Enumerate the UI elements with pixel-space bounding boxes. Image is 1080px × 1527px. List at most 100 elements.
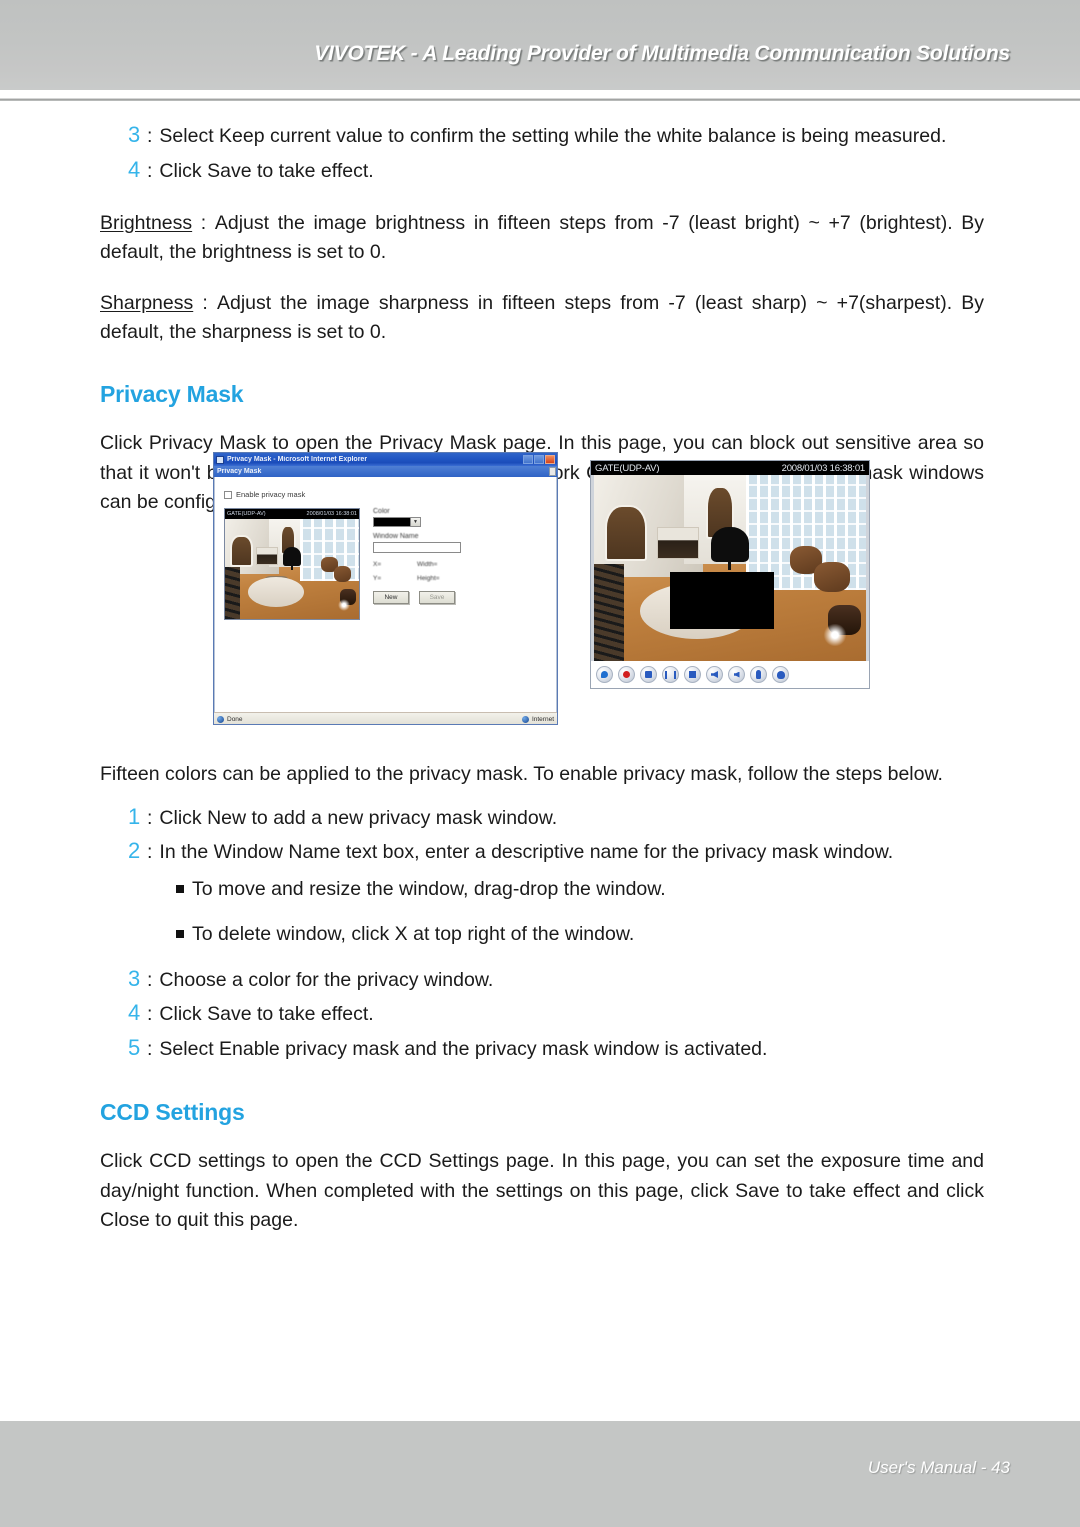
definition-colon: :	[202, 291, 208, 314]
step-number: 4	[128, 156, 141, 182]
internet-explorer-icon	[216, 455, 224, 464]
camera-scene-image	[225, 519, 359, 619]
step-number: 4	[128, 1000, 141, 1026]
live-view-control-bar	[591, 661, 869, 688]
page-header-title: VIVOTEK - A Leading Provider of Multimed…	[314, 42, 1010, 65]
step-item: 4 : Click Save to take effect.	[100, 996, 984, 1031]
record-icon[interactable]	[618, 666, 635, 683]
step-colon: :	[147, 1038, 153, 1061]
browser-address-bar[interactable]: Privacy Mask	[214, 466, 557, 477]
privacy-mask-steps-intro: Fifteen colors can be applied to the pri…	[100, 763, 943, 785]
window-buttons	[523, 454, 555, 464]
stop-icon[interactable]	[684, 666, 701, 683]
color-select[interactable]: ▼	[373, 517, 421, 527]
step-number: 3	[128, 965, 141, 991]
y-label: Y=	[373, 575, 382, 582]
camera-preview: GATE(UDP-AV) 2008/01/03 16:38:01	[224, 508, 360, 620]
definition-sharpness: Sharpness : Adjust the image sharpness i…	[100, 289, 984, 348]
bullet-item: To delete window, click X at top right o…	[100, 919, 984, 950]
status-left: Done	[217, 715, 243, 723]
chevron-down-icon[interactable]: ▼	[411, 517, 421, 527]
step-colon: :	[147, 1003, 153, 1026]
step-colon: :	[147, 806, 153, 829]
status-done-text: Done	[227, 715, 243, 723]
live-view-timestamp: 2008/01/03 16:38:01	[781, 462, 866, 474]
step-number: 1	[128, 803, 141, 829]
step-colon: :	[147, 968, 153, 991]
close-icon[interactable]	[545, 454, 555, 464]
definition-term: Brightness	[100, 211, 193, 234]
step-colon: :	[147, 125, 153, 147]
window-name-label: Window Name	[373, 533, 419, 540]
privacy-mask-browser-window: Privacy Mask - Microsoft Internet Explor…	[213, 452, 558, 725]
minimize-icon[interactable]	[523, 454, 533, 464]
live-view-stream-label: GATE(UDP-AV)	[595, 462, 660, 474]
talk-icon[interactable]	[772, 666, 789, 683]
status-right: Internet	[521, 715, 554, 723]
width-label: Width=	[417, 561, 438, 568]
step-text: Click Save to take effect.	[159, 159, 374, 182]
step-number: 5	[128, 1035, 141, 1061]
step-item: 3 : Choose a color for the privacy windo…	[100, 962, 984, 997]
definition-text: Adjust the image brightness in fifteen s…	[100, 211, 985, 264]
definition-colon: :	[200, 211, 207, 234]
bullet-square-icon	[176, 929, 184, 938]
address-bar-end-slot	[549, 467, 556, 476]
mute-icon[interactable]	[728, 666, 745, 683]
live-view-info-bar: GATE(UDP-AV) 2008/01/03 16:38:01	[591, 461, 869, 475]
form-buttons: New Save	[373, 591, 465, 604]
step-number: 3	[128, 122, 141, 147]
status-zone-text: Internet	[531, 715, 554, 723]
color-label: Color	[373, 508, 390, 515]
section-heading-privacy-mask: Privacy Mask	[100, 381, 244, 407]
page-footer-text: User's Manual - 43	[867, 1458, 1010, 1477]
x-label: X=	[373, 561, 382, 568]
step-item: 4 : Click Save to take effect.	[100, 153, 984, 188]
search-icon[interactable]	[596, 666, 613, 683]
step-text: Click Save to take effect.	[159, 1003, 374, 1026]
bullet-text: To move and resize the window, drag-drop…	[192, 878, 666, 901]
privacy-mask-form: Color ▼ Window Name X= Width= Y= Height=…	[373, 508, 465, 604]
step-text: Select Keep current value to confirm the…	[159, 125, 947, 147]
live-view-scene-image	[594, 475, 866, 661]
step-text: Select Enable privacy mask and the priva…	[159, 1038, 768, 1061]
live-view-video-area	[591, 475, 869, 661]
live-view-frame: GATE(UDP-AV) 2008/01/03 16:38:01	[590, 460, 870, 689]
step-text: Click New to add a new privacy mask wind…	[159, 806, 558, 829]
enable-privacy-mask-checkbox[interactable]	[224, 490, 232, 499]
step-item: 3 : Select Keep current value to confirm…	[100, 118, 984, 153]
camera-preview-stream-label: GATE(UDP-AV)	[227, 511, 266, 517]
bullet-text: To delete window, click X at top right o…	[192, 922, 635, 945]
figure-row: Privacy Mask - Microsoft Internet Explor…	[0, 452, 1080, 732]
section-heading-ccd-settings: CCD Settings	[100, 1098, 245, 1125]
snapshot-icon[interactable]	[640, 666, 657, 683]
microphone-icon[interactable]	[750, 666, 767, 683]
coordinate-fields: X= Width= Y= Height=	[373, 561, 465, 582]
step-colon: :	[147, 159, 153, 182]
save-button[interactable]: Save	[419, 591, 455, 604]
pause-icon[interactable]	[662, 666, 679, 683]
page-content-lower: Fifteen colors can be applied to the pri…	[100, 760, 984, 1236]
camera-preview-info-bar: GATE(UDP-AV) 2008/01/03 16:38:01	[225, 509, 359, 519]
step-text: Choose a color for the privacy window.	[159, 968, 494, 991]
browser-title-bar: Privacy Mask - Microsoft Internet Explor…	[214, 453, 557, 466]
new-button[interactable]: New	[373, 591, 409, 604]
browser-status-bar: Done Internet	[214, 712, 557, 724]
definition-brightness: Brightness : Adjust the image brightness…	[100, 209, 984, 268]
color-swatch	[373, 517, 411, 527]
address-bar-text: Privacy Mask	[217, 468, 262, 475]
maximize-icon[interactable]	[534, 454, 544, 464]
ccd-settings-paragraph: Click CCD settings to open the CCD Setti…	[100, 1149, 984, 1232]
step-number: 2	[128, 838, 141, 864]
step-colon: :	[147, 841, 153, 864]
height-label: Height=	[417, 575, 440, 582]
enable-privacy-mask-checkbox-row[interactable]: Enable privacy mask	[224, 490, 305, 499]
step-item: 1 : Click New to add a new privacy mask …	[100, 800, 984, 835]
definition-text: Adjust the image sharpness in fifteen st…	[100, 291, 985, 344]
bullet-item: To move and resize the window, drag-drop…	[100, 874, 984, 905]
browser-page-body: Enable privacy mask GATE(UDP-AV) 2008/01…	[214, 477, 557, 712]
browser-window-title: Privacy Mask - Microsoft Internet Explor…	[227, 456, 368, 463]
window-name-input[interactable]	[373, 542, 461, 553]
header-separator-rule	[0, 98, 1080, 101]
volume-icon[interactable]	[706, 666, 723, 683]
